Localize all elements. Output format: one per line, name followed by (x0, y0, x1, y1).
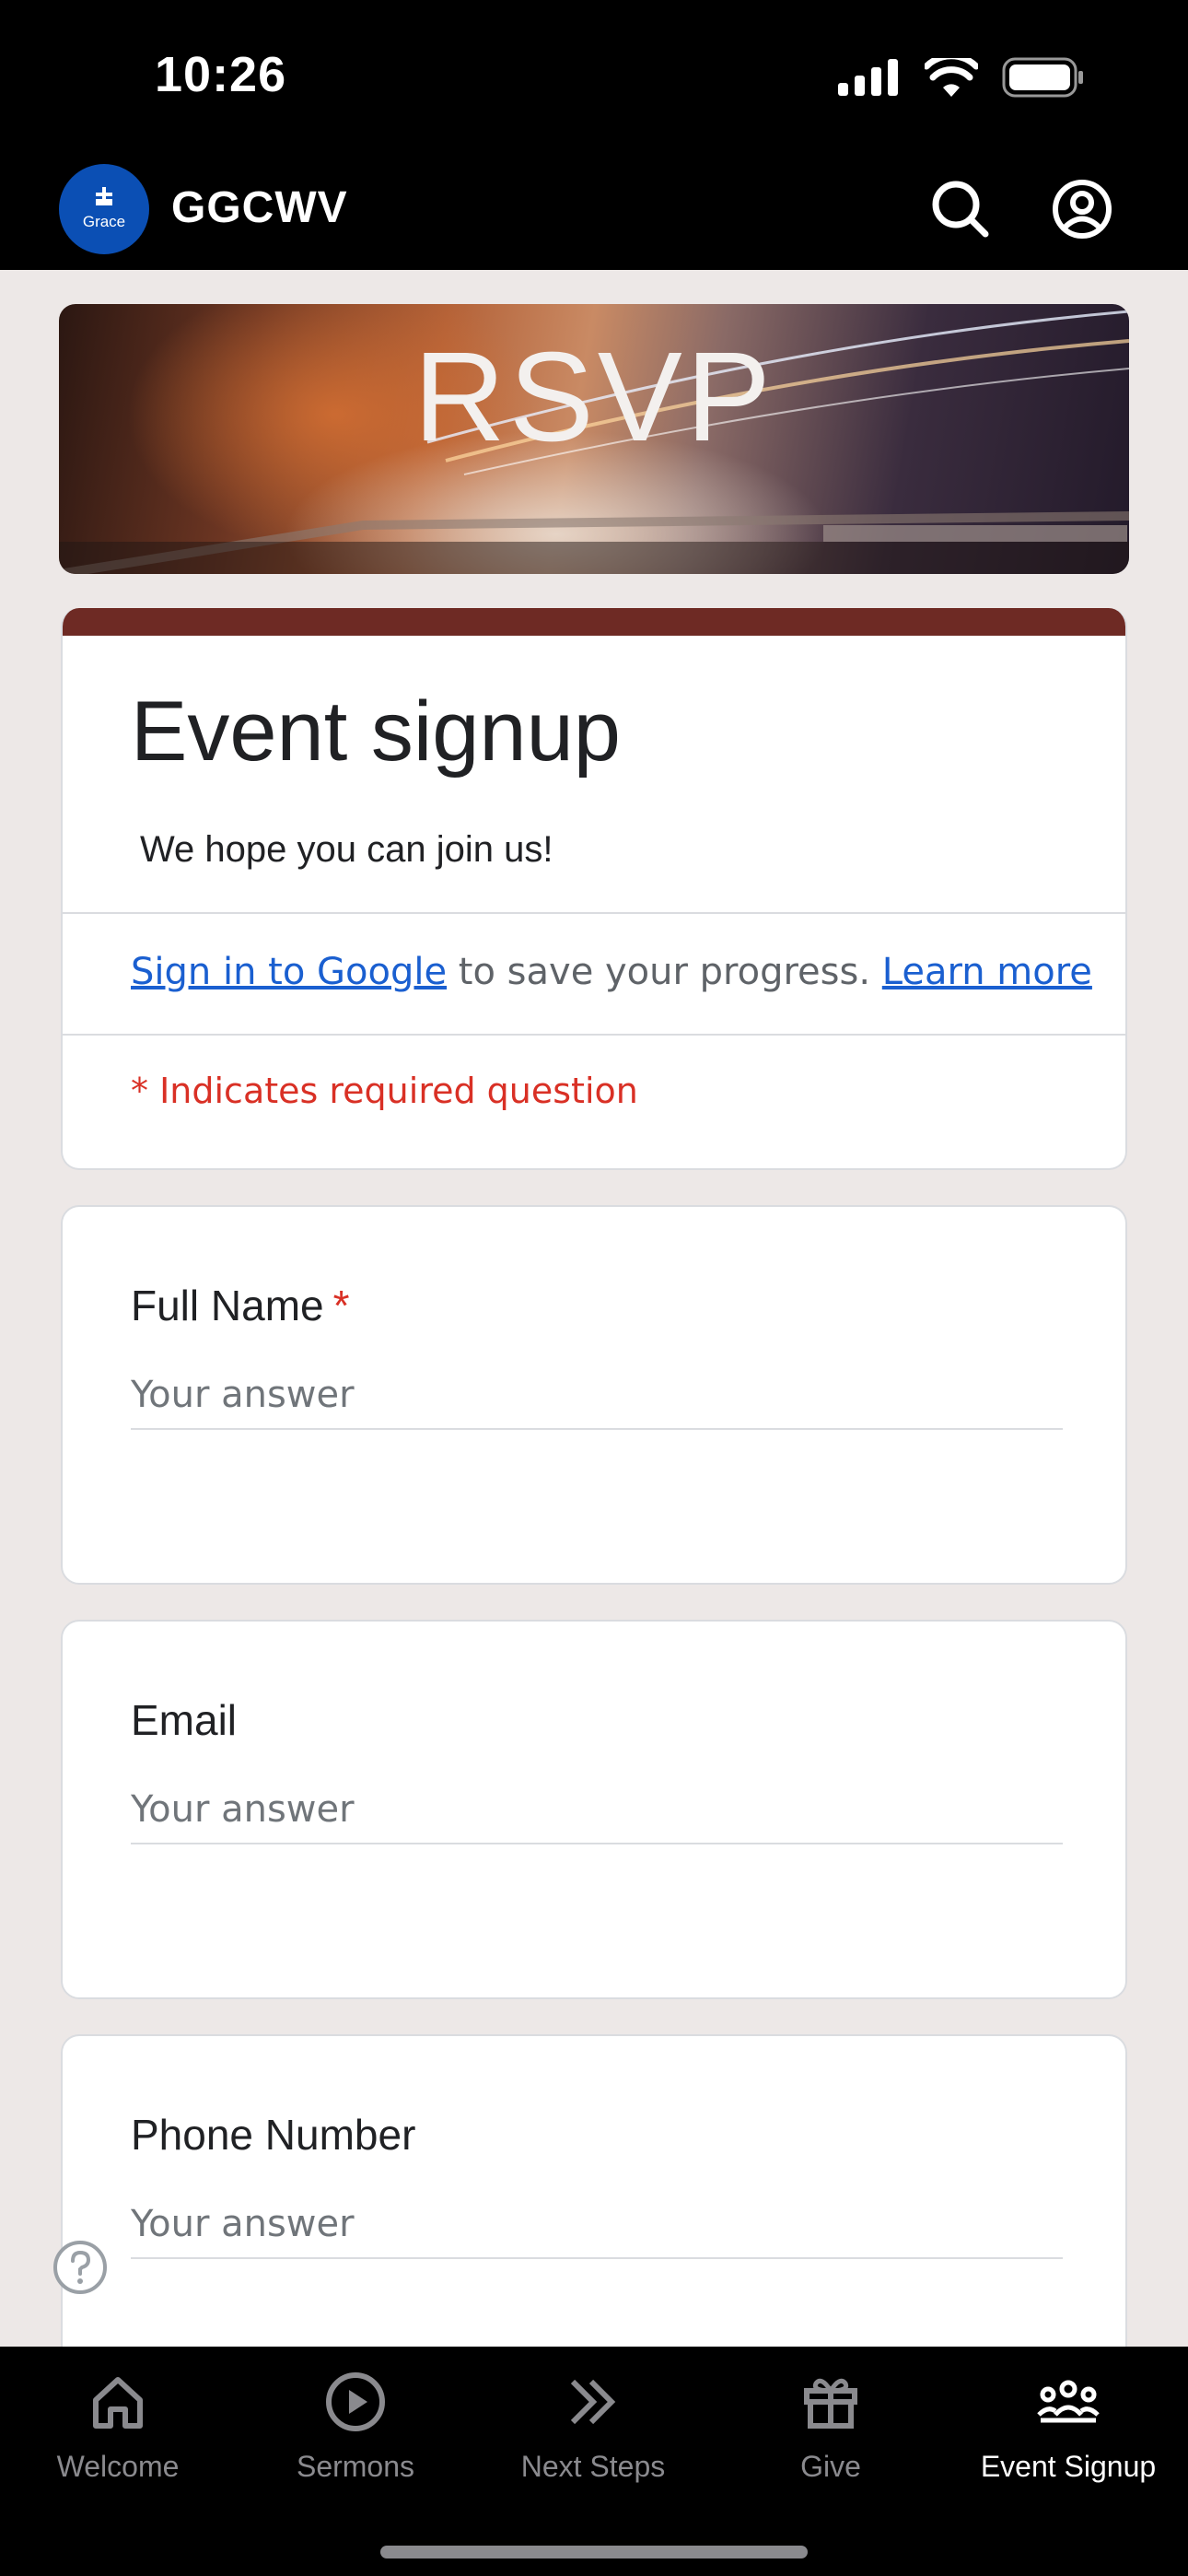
question-label-text: Full Name (131, 1282, 324, 1329)
tab-label: Event Signup (980, 2450, 1157, 2483)
wifi-icon (925, 58, 978, 97)
help-icon[interactable] (52, 2239, 109, 2296)
tab-label: Next Steps (520, 2450, 666, 2483)
home-indicator[interactable] (380, 2546, 808, 2558)
cellular-signal-icon (838, 59, 898, 96)
question-label: Phone Number (131, 2111, 416, 2159)
people-icon (1037, 2380, 1100, 2423)
search-icon[interactable] (928, 177, 993, 241)
form-accent-bar (63, 608, 1125, 636)
learn-more-link[interactable]: Learn more (882, 951, 1092, 993)
church-logo[interactable]: Grace (59, 164, 149, 254)
tab-next-steps[interactable]: Next Steps (492, 2369, 694, 2484)
chevrons-right-icon (570, 2379, 616, 2425)
home-icon (93, 2377, 143, 2429)
tab-give[interactable]: Give (729, 2369, 932, 2484)
form-header-card: Event signup We hope you can join us! Si… (61, 608, 1127, 1170)
play-icon (326, 2372, 385, 2431)
bottom-tab-bar: Welcome Sermons Next Steps Give Event Si… (0, 2347, 1188, 2576)
status-time: 10:26 (155, 47, 287, 102)
full-name-input[interactable] (131, 1362, 1063, 1430)
form-title: Event signup (131, 685, 621, 779)
question-card-email: Email (61, 1620, 1127, 1999)
logo-text: Grace (82, 213, 126, 230)
phone-input[interactable] (131, 2191, 1063, 2259)
signin-row: Sign in to Google to save your progress.… (131, 951, 1092, 993)
tab-event-signup[interactable]: Event Signup (967, 2369, 1170, 2484)
question-label: Full Name * (131, 1281, 350, 1330)
required-note: * Indicates required question (131, 1071, 638, 1111)
question-card-full-name: Full Name * (61, 1205, 1127, 1585)
banner-title: RSVP (413, 326, 775, 468)
divider (63, 1034, 1125, 1036)
tab-welcome[interactable]: Welcome (17, 2369, 219, 2484)
email-input[interactable] (131, 1776, 1063, 1844)
form-description: We hope you can join us! (140, 829, 553, 870)
tab-label: Welcome (56, 2450, 180, 2483)
tab-label: Sermons (296, 2450, 415, 2483)
divider (63, 912, 1125, 914)
account-icon[interactable] (1050, 177, 1114, 241)
signin-text: to save your progress. (447, 951, 882, 993)
app-title: GGCWV (171, 183, 348, 232)
signin-link[interactable]: Sign in to Google (131, 951, 447, 993)
question-label: Email (131, 1696, 238, 1744)
status-icons (838, 57, 1085, 98)
battery-icon (1002, 57, 1083, 98)
tab-sermons[interactable]: Sermons (254, 2369, 457, 2484)
church-icon (96, 187, 112, 205)
app-header: Grace GGCWV (0, 147, 1188, 270)
status-bar: 10:26 (0, 0, 1188, 147)
rsvp-banner: RSVP (59, 304, 1129, 574)
required-asterisk: * (332, 1282, 350, 1329)
tab-label: Give (800, 2450, 861, 2483)
gift-icon (804, 2378, 857, 2429)
